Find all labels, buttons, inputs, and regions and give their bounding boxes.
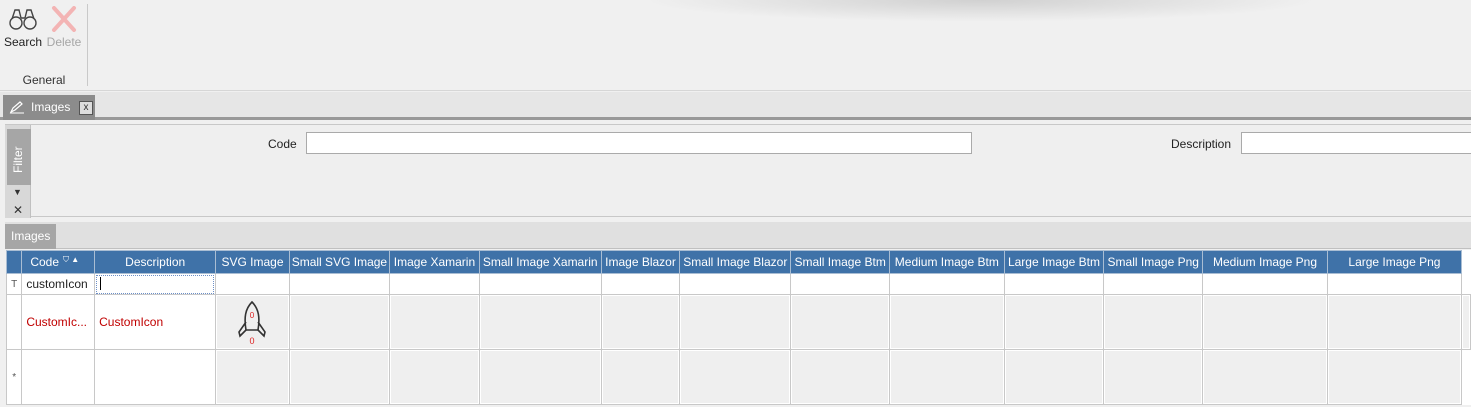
tab-images-grid[interactable]: Images: [5, 224, 56, 249]
filter-cell[interactable]: [1202, 273, 1328, 295]
image-cell[interactable]: [600, 294, 681, 350]
column-header-code[interactable]: Code ⛉ ▲: [21, 250, 96, 274]
image-cell[interactable]: [288, 294, 391, 350]
filter-cell[interactable]: [790, 273, 891, 295]
column-header-large-image-png[interactable]: Large Image Png: [1326, 250, 1463, 274]
image-cell[interactable]: [889, 349, 1005, 405]
tab-images-label: Images: [31, 100, 71, 114]
tab-images[interactable]: Images x: [3, 95, 95, 120]
new-row[interactable]: *: [5, 349, 1471, 405]
column-header-medium-image-png[interactable]: Medium Image Png: [1202, 250, 1328, 274]
filter-cell[interactable]: [389, 273, 480, 295]
column-header-small-image-blazor[interactable]: Small Image Blazor: [679, 250, 792, 274]
delete-x-icon: [52, 6, 76, 32]
filter-cell[interactable]: [1003, 273, 1105, 295]
code-filter-cell[interactable]: customIcon: [21, 273, 96, 295]
grid-header-row: Code ⛉ ▲ Description SVG Image Small SVG …: [5, 250, 1471, 274]
filter-cell[interactable]: [478, 273, 602, 295]
ribbon-group-separator: [87, 4, 88, 86]
filter-cell[interactable]: [679, 273, 792, 295]
pencil-icon: [9, 101, 24, 114]
filter-panel: Filter ▼ ✕ Code Description: [5, 124, 1471, 218]
new-row-indicator: *: [5, 349, 23, 405]
search-button[interactable]: Search: [1, 6, 45, 49]
tab-close-button[interactable]: x: [79, 101, 93, 115]
chevron-down-icon[interactable]: ▼: [13, 187, 22, 197]
filter-cell[interactable]: [215, 273, 290, 295]
image-cell[interactable]: [679, 294, 792, 350]
filter-cell[interactable]: [600, 273, 681, 295]
image-cell[interactable]: [478, 349, 602, 405]
ribbon-shadow: [640, 0, 1320, 22]
grid-filter-row: T customIcon: [5, 273, 1471, 295]
ribbon: Search Delete General: [0, 0, 1471, 91]
column-header-image-blazor[interactable]: Image Blazor: [600, 250, 681, 274]
header-indicator: [5, 250, 23, 274]
column-header-svg-image[interactable]: SVG Image: [215, 250, 290, 274]
image-cell[interactable]: [1202, 349, 1328, 405]
table-row[interactable]: CustomIc... CustomIcon 0 0: [5, 294, 1471, 350]
filter-tab-label: Filter: [11, 146, 25, 173]
image-cell[interactable]: [679, 349, 792, 405]
column-header-description[interactable]: Description: [94, 250, 217, 274]
delete-button[interactable]: Delete: [42, 6, 86, 49]
image-cell[interactable]: [288, 349, 391, 405]
column-header-large-image-btm[interactable]: Large Image Btm: [1003, 250, 1105, 274]
description-cell[interactable]: CustomIcon: [94, 294, 217, 350]
clear-filter-icon[interactable]: ✕: [13, 203, 23, 217]
column-header-small-image-btm[interactable]: Small Image Btm: [790, 250, 891, 274]
images-grid: Code ⛉ ▲ Description SVG Image Small SVG …: [5, 250, 1471, 405]
column-header-medium-image-btm[interactable]: Medium Image Btm: [889, 250, 1005, 274]
image-cell[interactable]: [215, 349, 290, 405]
code-filter-input[interactable]: [306, 132, 972, 154]
image-cell[interactable]: [790, 294, 891, 350]
description-filter-cell[interactable]: [94, 273, 217, 295]
image-cell[interactable]: [889, 294, 1005, 350]
image-cell[interactable]: [389, 349, 480, 405]
filter-row-indicator: T: [5, 273, 23, 295]
grid-tab-strip: Images: [5, 222, 1471, 249]
row-indicator: [5, 294, 23, 350]
filter-sort-icon[interactable]: ⛉ ▲: [63, 255, 79, 264]
code-filter-label: Code: [268, 137, 297, 151]
image-cell[interactable]: [1103, 349, 1204, 405]
image-cell[interactable]: [1461, 294, 1471, 350]
image-cell[interactable]: [1202, 294, 1328, 350]
column-header-small-image-png[interactable]: Small Image Png: [1103, 250, 1204, 274]
image-cell[interactable]: [389, 294, 480, 350]
image-cell[interactable]: [1326, 294, 1463, 350]
description-filter-editor[interactable]: [96, 274, 215, 294]
ribbon-group-label: General: [22, 73, 66, 87]
image-cell[interactable]: [1103, 294, 1204, 350]
description-filter-label: Description: [1171, 137, 1232, 151]
rocket-top-digit: 0: [250, 311, 255, 320]
image-cell[interactable]: [790, 349, 891, 405]
filter-tab[interactable]: Filter: [7, 129, 31, 185]
column-header-small-image-xamarin[interactable]: Small Image Xamarin: [478, 250, 602, 274]
delete-button-label: Delete: [46, 35, 82, 49]
svg-image-cell[interactable]: 0 0: [215, 294, 290, 350]
filter-cell[interactable]: [288, 273, 391, 295]
image-cell[interactable]: [478, 294, 602, 350]
rocket-bottom-digit: 0: [250, 336, 255, 346]
code-cell[interactable]: [21, 349, 96, 405]
document-tab-strip: Images x: [0, 92, 1471, 120]
description-filter-input[interactable]: [1241, 132, 1471, 154]
column-header-small-svg-image[interactable]: Small SVG Image: [288, 250, 391, 274]
image-cell[interactable]: [1326, 349, 1463, 405]
image-cell[interactable]: [600, 349, 681, 405]
column-header-image-xamarin[interactable]: Image Xamarin: [389, 250, 480, 274]
filter-side-bar: Filter ▼ ✕: [5, 125, 31, 218]
code-cell[interactable]: CustomIc...: [21, 294, 96, 350]
rocket-icon: 0 0: [238, 300, 267, 346]
filter-cell[interactable]: [889, 273, 1005, 295]
image-cell[interactable]: [1003, 294, 1105, 350]
filter-cell[interactable]: [1326, 273, 1463, 295]
filter-cell[interactable]: [1103, 273, 1204, 295]
description-cell[interactable]: [94, 349, 217, 405]
binoculars-icon: [9, 9, 37, 30]
search-button-label: Search: [3, 35, 43, 49]
image-cell[interactable]: [1003, 349, 1105, 405]
